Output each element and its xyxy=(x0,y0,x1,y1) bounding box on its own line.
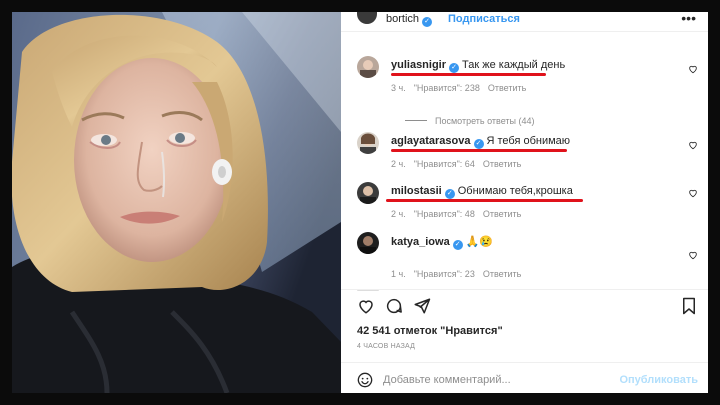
comment-meta: 1 ч. "Нравится": 23 Ответить xyxy=(391,269,529,279)
post-time: 4 ЧАСОВ НАЗАД xyxy=(357,343,416,350)
verified-icon: ✓ xyxy=(449,63,460,73)
comment-icon[interactable] xyxy=(385,297,403,315)
divider xyxy=(341,289,708,290)
comment-input[interactable] xyxy=(383,372,603,388)
reply-button[interactable]: Ответить xyxy=(483,269,521,279)
divider xyxy=(341,31,708,32)
divider xyxy=(341,362,708,363)
more-icon[interactable]: ••• xyxy=(681,12,696,26)
comment-likes[interactable]: "Нравится": 48 xyxy=(414,209,475,219)
comment-time: 1 ч. xyxy=(391,269,406,279)
emoji-icon[interactable] xyxy=(357,372,373,388)
comment-text: 🙏😢 xyxy=(465,236,494,248)
highlight-underline xyxy=(391,73,546,76)
likes-count[interactable]: 42 541 отметок "Нравится" xyxy=(357,325,503,337)
reply-button[interactable]: Ответить xyxy=(483,159,521,169)
view-replies-label: Посмотреть ответы (44) xyxy=(435,116,535,126)
author-avatar[interactable] xyxy=(357,12,377,24)
comment-text: Так же каждый день xyxy=(462,59,566,71)
comment-body: katya_iowa ✓ 🙏😢 xyxy=(391,235,493,250)
reply-button[interactable]: Ответить xyxy=(483,209,521,219)
bookmark-icon[interactable] xyxy=(680,297,698,315)
heart-icon[interactable] xyxy=(688,64,698,74)
comment-meta: 3 ч. "Нравится": 238 Ответить xyxy=(391,83,534,93)
publish-button[interactable]: Опубликовать xyxy=(619,374,698,386)
comment-likes[interactable]: "Нравится": 23 xyxy=(414,269,475,279)
selfie-image xyxy=(12,12,341,393)
comment-body: yuliasnigir ✓ Так же каждый день xyxy=(391,59,565,73)
replies-line xyxy=(405,120,427,121)
comment-meta: 2 ч. "Нравится": 48 Ответить xyxy=(391,209,529,219)
avatar[interactable] xyxy=(357,56,379,78)
highlight-underline xyxy=(391,149,567,152)
comment-body: aglayatarasova ✓ Я тебя обнимаю xyxy=(391,135,570,149)
post-sidebar: bortich ✓ Подписаться ••• yuliasnigir ✓ Так… xyxy=(341,12,708,393)
avatar[interactable] xyxy=(357,182,379,204)
heart-icon[interactable] xyxy=(688,140,698,150)
share-icon[interactable] xyxy=(413,297,431,315)
verified-icon: ✓ xyxy=(444,189,455,199)
post-frame: bortich ✓ Подписаться ••• yuliasnigir ✓ Так… xyxy=(12,12,708,393)
verified-icon: ✓ xyxy=(422,17,433,27)
heart-icon[interactable] xyxy=(688,250,698,260)
author-username[interactable]: bortich ✓ xyxy=(386,13,433,27)
heart-icon[interactable] xyxy=(357,297,375,315)
comment-likes[interactable]: "Нравится": 238 xyxy=(414,83,480,93)
comment-username[interactable]: yuliasnigir xyxy=(391,59,446,71)
comment-body: milostasii ✓ Обнимаю тебя,крошка xyxy=(391,185,573,199)
comment-meta: 2 ч. "Нравится": 64 Ответить xyxy=(391,159,529,169)
comment-time: 3 ч. xyxy=(391,83,406,93)
highlight-underline xyxy=(386,199,583,202)
comment-time: 2 ч. xyxy=(391,209,406,219)
comment-text: Обнимаю тебя,крошка xyxy=(457,185,573,197)
comment-username[interactable]: milostasii xyxy=(391,185,442,197)
heart-icon[interactable] xyxy=(688,188,698,198)
reply-button[interactable]: Ответить xyxy=(488,83,526,93)
view-replies-button[interactable]: Посмотреть ответы (44) xyxy=(405,116,535,126)
avatar[interactable] xyxy=(357,132,379,154)
comment-username[interactable]: katya_iowa xyxy=(391,236,450,248)
follow-button[interactable]: Подписаться xyxy=(448,13,520,25)
comment-likes[interactable]: "Нравится": 64 xyxy=(414,159,475,169)
verified-icon: ✓ xyxy=(473,139,484,149)
comment-text: Я тебя обнимаю xyxy=(486,135,571,147)
comment-time: 2 ч. xyxy=(391,159,406,169)
post-header: bortich ✓ Подписаться ••• xyxy=(341,12,708,28)
avatar[interactable] xyxy=(357,232,379,254)
comment-username[interactable]: aglayatarasova xyxy=(391,135,471,147)
verified-icon: ✓ xyxy=(452,240,463,250)
post-photo[interactable] xyxy=(12,12,341,393)
